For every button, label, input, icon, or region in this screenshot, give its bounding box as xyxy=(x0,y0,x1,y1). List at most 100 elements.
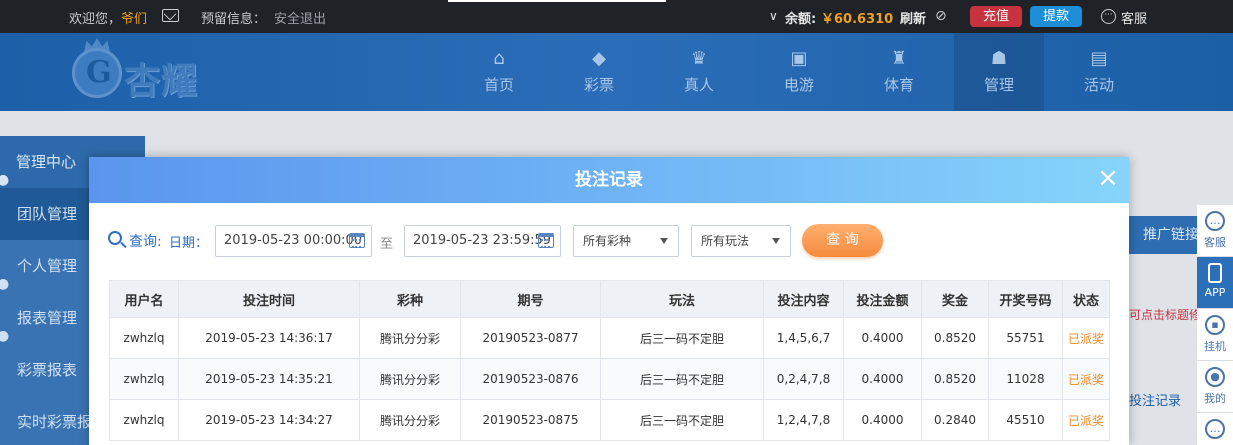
charge-button[interactable]: 充值 xyxy=(970,6,1022,27)
column-header: 用户名 xyxy=(109,280,179,318)
users-icon: ☗ xyxy=(990,48,1008,69)
caret-down-icon xyxy=(660,238,668,244)
play-select[interactable]: 所有玩法 xyxy=(691,225,791,257)
trophy-icon: ♜ xyxy=(890,48,908,69)
column-header: 开奖号码 xyxy=(988,280,1063,318)
nav-item-home[interactable]: ⌂ 首页 xyxy=(454,33,544,111)
column-header: 投注内容 xyxy=(763,280,844,318)
lottery-icon: ◆ xyxy=(592,48,606,69)
status-cell: 已派奖 xyxy=(1062,399,1110,441)
start-date-input[interactable]: 2019-05-23 00:00:00 xyxy=(215,225,372,257)
tool-my[interactable]: ● 我的 xyxy=(1197,361,1233,413)
table-cell: 1,2,4,7,8 xyxy=(763,399,844,441)
table-cell: 0.2840 xyxy=(921,399,989,441)
logout-link[interactable]: 安全退出 xyxy=(274,8,326,27)
nav-item-gift[interactable]: ▤ 活动 xyxy=(1054,33,1144,111)
eye-hidden-icon[interactable]: ⊘ xyxy=(935,8,947,24)
robot-icon: ▪ xyxy=(1205,315,1225,335)
sidebar-head-label: 管理中心 xyxy=(16,153,77,171)
tool-label: 客服 xyxy=(1204,236,1226,249)
reserved-info-label: 预留信息： xyxy=(201,12,267,27)
nav-item-slots[interactable]: ▣ 电游 xyxy=(754,33,844,111)
gift-icon: ▤ xyxy=(1090,48,1108,69)
end-date-value: 2019-05-23 23:59:59 xyxy=(413,233,552,248)
table-cell: zwhzlq xyxy=(109,399,179,441)
column-header: 奖金 xyxy=(921,280,989,318)
live-icon: ♛ xyxy=(690,48,708,69)
site-logo[interactable]: 杏耀 xyxy=(70,38,220,104)
modal-title: 投注记录 xyxy=(575,170,643,190)
welcome-text: 欢迎您， xyxy=(69,12,122,27)
calendar-icon[interactable] xyxy=(349,233,365,248)
nav-item-trophy[interactable]: ♜ 体育 xyxy=(854,33,944,111)
table-cell: 0.4000 xyxy=(843,317,922,359)
message-icon: … xyxy=(1205,419,1225,439)
tool-chat[interactable]: … 客服 xyxy=(1197,205,1233,257)
search-icon xyxy=(108,231,122,245)
table-cell: 2019-05-23 14:35:21 xyxy=(178,358,360,400)
refresh-link[interactable]: 刷新 xyxy=(900,8,926,27)
nav-label: 体育 xyxy=(883,76,914,94)
table-row[interactable]: zwhzlq 2019-05-23 14:34:27 腾讯分分彩 20190523-0… xyxy=(109,399,1110,441)
calendar-icon[interactable] xyxy=(538,233,554,248)
top-strip xyxy=(448,0,666,2)
mail-icon[interactable] xyxy=(162,9,179,22)
table-row[interactable]: zwhzlq 2019-05-23 14:35:21 腾讯分分彩 20190523-0… xyxy=(109,358,1110,400)
balance-value: ￥60.6310 xyxy=(821,12,894,27)
close-icon[interactable]: × xyxy=(1096,165,1120,191)
start-date-value: 2019-05-23 00:00:00 xyxy=(224,233,363,248)
customer-service-link[interactable]: 客服 xyxy=(1121,8,1147,27)
chevron-down-icon[interactable]: ∨ xyxy=(769,9,778,23)
column-header: 玩法 xyxy=(600,280,764,318)
balance-label: 余额: xyxy=(785,12,817,27)
nav-label: 活动 xyxy=(1083,76,1114,94)
chat-icon[interactable]: ··· xyxy=(1101,9,1116,24)
sidebar-item-label: 个人管理 xyxy=(17,257,78,275)
caret-down-icon xyxy=(772,238,780,244)
status-cell: 已派奖 xyxy=(1062,317,1110,359)
tool-message[interactable]: … xyxy=(1197,413,1233,445)
table-cell: 0,2,4,7,8 xyxy=(763,358,844,400)
table-row[interactable]: zwhzlq 2019-05-23 14:36:17 腾讯分分彩 20190523-0… xyxy=(109,317,1110,359)
table-cell: 45510 xyxy=(988,399,1063,441)
table-cell: 0.4000 xyxy=(843,358,922,400)
nav-label: 电游 xyxy=(783,76,814,94)
date-label: 日期： xyxy=(169,236,209,251)
table-cell: 0.8520 xyxy=(921,358,989,400)
tool-robot[interactable]: ▪ 挂机 xyxy=(1197,309,1233,361)
tool-app[interactable]: APP xyxy=(1197,257,1233,309)
username-link[interactable]: 爷们 xyxy=(121,8,147,27)
table-cell: 后三一码不定胆 xyxy=(600,317,764,359)
user-icon: ● xyxy=(1205,367,1225,387)
bet-record-table: 用户名 投注时间 彩种 期号 玩法 投注内容 投注金额 奖金 开奖号码 状态 zwhzlq 2019… xyxy=(109,280,1110,441)
column-header: 期号 xyxy=(460,280,601,318)
lottery-select[interactable]: 所有彩种 xyxy=(573,225,679,257)
table-cell: 腾讯分分彩 xyxy=(359,358,461,400)
nav-label: 首页 xyxy=(483,76,514,94)
sidebar-item-label: 报表管理 xyxy=(17,309,78,327)
table-cell: 20190523-0877 xyxy=(460,317,601,359)
end-date-input[interactable]: 2019-05-23 23:59:59 xyxy=(404,225,561,257)
nav-item-live[interactable]: ♛ 真人 xyxy=(654,33,744,111)
logo-mark xyxy=(72,48,122,98)
withdraw-button[interactable]: 提款 xyxy=(1030,6,1082,27)
table-cell: zwhzlq xyxy=(109,358,179,400)
bet-record-link[interactable]: 投注记录 xyxy=(1129,390,1181,409)
tool-label: 挂机 xyxy=(1204,340,1226,353)
column-header: 状态 xyxy=(1062,280,1110,318)
nav-item-users[interactable]: ☗ 管理 xyxy=(954,33,1044,111)
query-button[interactable]: 查 询 xyxy=(802,224,883,257)
table-header-row: 用户名 投注时间 彩种 期号 玩法 投注内容 投注金额 奖金 开奖号码 状态 xyxy=(109,280,1110,318)
nav-label: 真人 xyxy=(683,76,714,94)
nav-label: 管理 xyxy=(983,76,1014,94)
filter-bar: 查询: 日期： 2019-05-23 00:00:00 至 2019-05-23… xyxy=(89,203,1129,279)
status-cell: 已派奖 xyxy=(1062,358,1110,400)
play-select-value: 所有玩法 xyxy=(701,234,750,248)
bet-record-modal: 投注记录 × 查询: 日期： 2019-05-23 00:00:00 至 201… xyxy=(89,157,1129,445)
table-cell: 11028 xyxy=(988,358,1063,400)
nav-item-lottery[interactable]: ◆ 彩票 xyxy=(554,33,644,111)
table-cell: 0.4000 xyxy=(843,399,922,441)
tool-label: 我的 xyxy=(1204,392,1226,405)
column-header: 彩种 xyxy=(359,280,461,318)
table-cell: 1,4,5,6,7 xyxy=(763,317,844,359)
